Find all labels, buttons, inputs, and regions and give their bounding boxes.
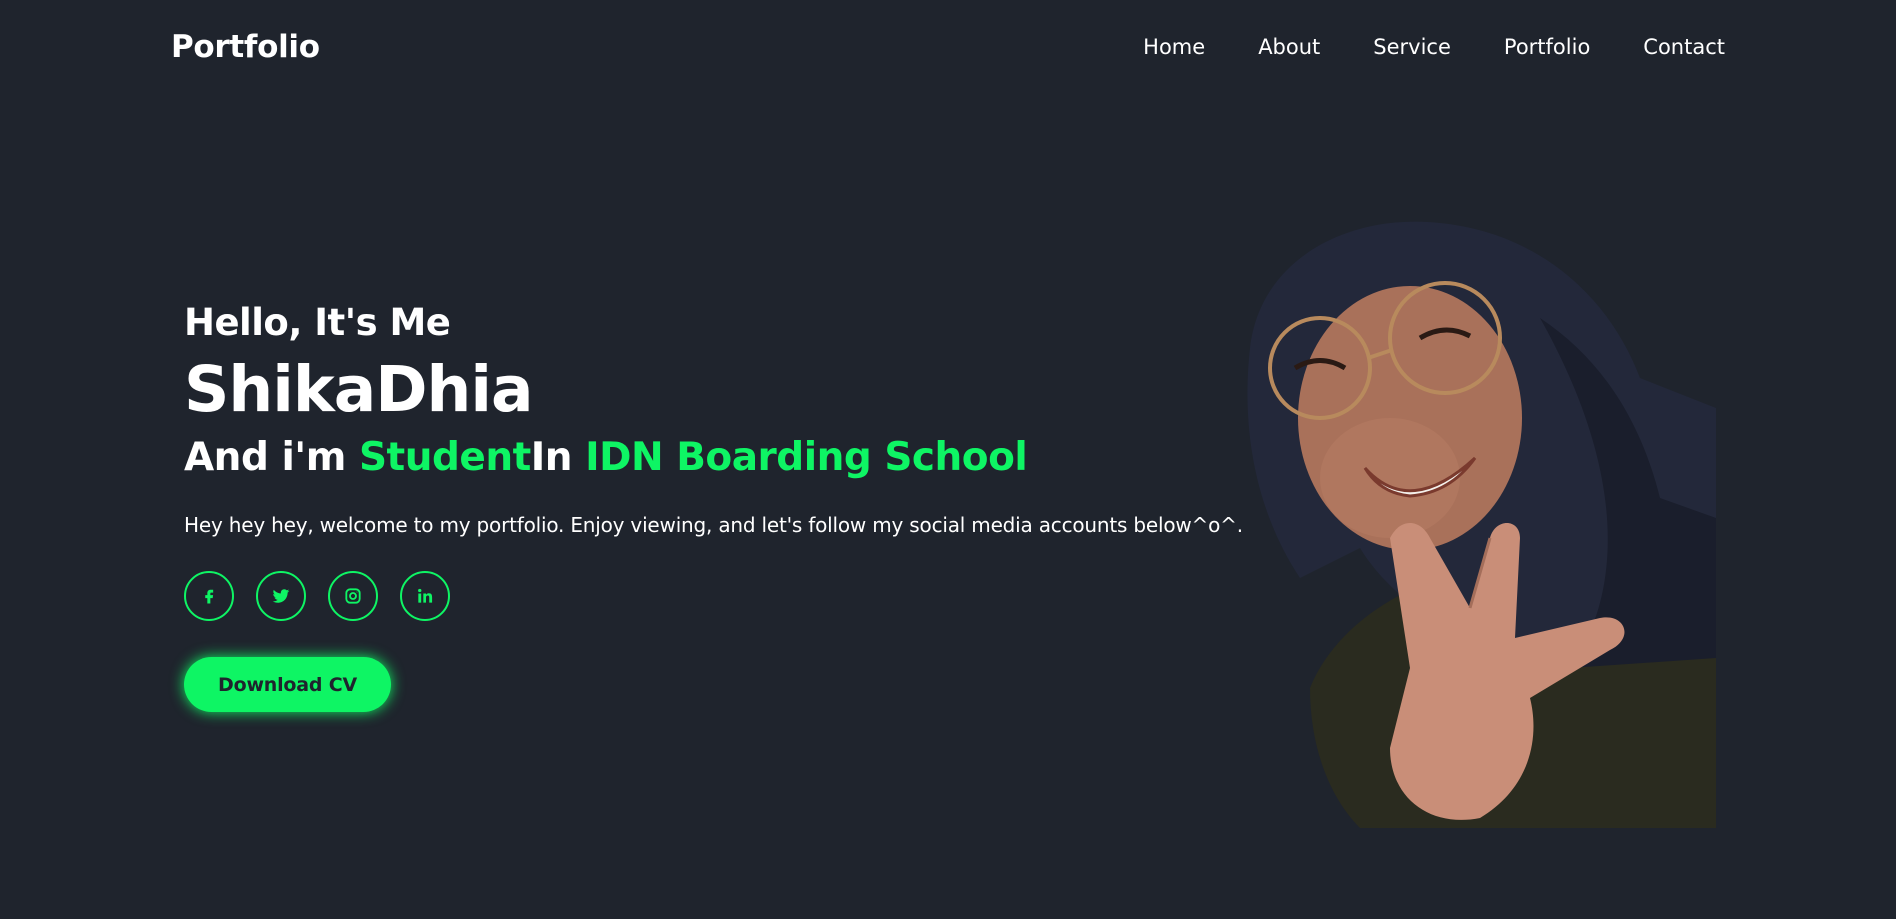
facebook-link[interactable] xyxy=(184,571,234,621)
name-heading: ShikaDhia xyxy=(184,353,533,426)
facebook-icon xyxy=(205,589,214,604)
intro-text: Hey hey hey, welcome to my portfolio. En… xyxy=(184,513,1243,537)
nav-portfolio[interactable]: Portfolio xyxy=(1504,35,1590,59)
instagram-link[interactable] xyxy=(328,571,378,621)
role-accent: Student xyxy=(358,435,531,480)
twitter-icon xyxy=(272,589,290,603)
nav-about[interactable]: About xyxy=(1258,35,1320,59)
social-links xyxy=(184,571,1264,621)
profile-photo xyxy=(1247,221,1716,828)
nav-service[interactable]: Service xyxy=(1373,35,1451,59)
nav-home[interactable]: Home xyxy=(1143,35,1205,59)
linkedin-link[interactable] xyxy=(400,571,450,621)
download-cv-button[interactable]: Download CV xyxy=(184,657,391,712)
nav-contact[interactable]: Contact xyxy=(1643,35,1725,59)
linkedin-icon xyxy=(418,588,433,603)
hero-content: Hello, It's Me ShikaDhia And i'm Student… xyxy=(184,296,1264,712)
role-prefix: And i'm xyxy=(184,435,359,480)
main-nav: Home About Service Portfolio Contact xyxy=(1143,35,1725,59)
role-middle: In xyxy=(530,435,586,480)
instagram-icon xyxy=(345,588,361,604)
greeting: Hello, It's Me xyxy=(184,301,451,344)
logo[interactable]: Portfolio xyxy=(171,29,320,65)
role-heading: And i'm StudentIn IDN Boarding School xyxy=(184,430,1264,486)
site-header: Portfolio Home About Service Portfolio C… xyxy=(0,0,1896,94)
role-school: IDN Boarding School xyxy=(585,435,1028,480)
twitter-link[interactable] xyxy=(256,571,306,621)
